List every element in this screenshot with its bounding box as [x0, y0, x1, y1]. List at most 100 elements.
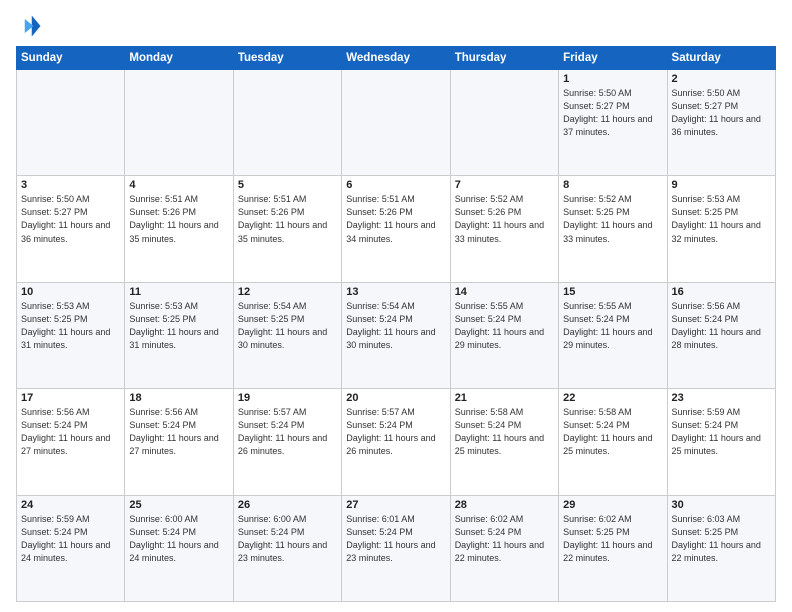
- day-header-friday: Friday: [559, 47, 667, 70]
- day-number: 22: [563, 392, 662, 404]
- day-number: 19: [238, 392, 337, 404]
- day-info: Sunrise: 5:56 AM Sunset: 5:24 PM Dayligh…: [672, 300, 771, 352]
- calendar-cell: [450, 70, 558, 176]
- calendar-cell: 4 Sunrise: 5:51 AM Sunset: 5:26 PM Daylig…: [125, 176, 233, 282]
- day-header-thursday: Thursday: [450, 47, 558, 70]
- day-header-sunday: Sunday: [17, 47, 125, 70]
- day-header-saturday: Saturday: [667, 47, 775, 70]
- calendar-cell: 22 Sunrise: 5:58 AM Sunset: 5:24 PM Dayli…: [559, 389, 667, 495]
- day-number: 4: [129, 179, 228, 191]
- calendar-cell: 5 Sunrise: 5:51 AM Sunset: 5:26 PM Daylig…: [233, 176, 341, 282]
- day-number: 23: [672, 392, 771, 404]
- day-number: 29: [563, 499, 662, 511]
- calendar-cell: 24 Sunrise: 5:59 AM Sunset: 5:24 PM Dayli…: [17, 495, 125, 601]
- day-info: Sunrise: 5:58 AM Sunset: 5:24 PM Dayligh…: [563, 406, 662, 458]
- day-info: Sunrise: 5:50 AM Sunset: 5:27 PM Dayligh…: [672, 87, 771, 139]
- calendar-cell: 28 Sunrise: 6:02 AM Sunset: 5:24 PM Dayli…: [450, 495, 558, 601]
- header: [16, 12, 776, 40]
- day-info: Sunrise: 5:53 AM Sunset: 5:25 PM Dayligh…: [672, 193, 771, 245]
- day-info: Sunrise: 5:54 AM Sunset: 5:24 PM Dayligh…: [346, 300, 445, 352]
- day-number: 7: [455, 179, 554, 191]
- day-info: Sunrise: 5:53 AM Sunset: 5:25 PM Dayligh…: [21, 300, 120, 352]
- day-info: Sunrise: 6:02 AM Sunset: 5:24 PM Dayligh…: [455, 513, 554, 565]
- calendar-cell: 27Sunrise: 6:01 AM Sunset: 5:24 PM Dayli…: [342, 495, 450, 601]
- day-info: Sunrise: 5:58 AM Sunset: 5:24 PM Dayligh…: [455, 406, 554, 458]
- day-info: Sunrise: 5:57 AM Sunset: 5:24 PM Dayligh…: [346, 406, 445, 458]
- week-row-1: 1 Sunrise: 5:50 AM Sunset: 5:27 PM Daylig…: [17, 70, 776, 176]
- calendar-cell: 17 Sunrise: 5:56 AM Sunset: 5:24 PM Dayli…: [17, 389, 125, 495]
- calendar-cell: 16 Sunrise: 5:56 AM Sunset: 5:24 PM Dayli…: [667, 282, 775, 388]
- day-number: 20: [346, 392, 445, 404]
- calendar-cell: 6Sunrise: 5:51 AM Sunset: 5:26 PM Daylig…: [342, 176, 450, 282]
- calendar-cell: 2 Sunrise: 5:50 AM Sunset: 5:27 PM Daylig…: [667, 70, 775, 176]
- calendar-header-row: SundayMondayTuesdayWednesdayThursdayFrid…: [17, 47, 776, 70]
- day-info: Sunrise: 5:54 AM Sunset: 5:25 PM Dayligh…: [238, 300, 337, 352]
- day-number: 21: [455, 392, 554, 404]
- day-number: 9: [672, 179, 771, 191]
- day-info: Sunrise: 6:00 AM Sunset: 5:24 PM Dayligh…: [129, 513, 228, 565]
- day-info: Sunrise: 5:51 AM Sunset: 5:26 PM Dayligh…: [238, 193, 337, 245]
- day-number: 14: [455, 286, 554, 298]
- calendar-cell: 19 Sunrise: 5:57 AM Sunset: 5:24 PM Dayli…: [233, 389, 341, 495]
- day-info: Sunrise: 5:52 AM Sunset: 5:25 PM Dayligh…: [563, 193, 662, 245]
- calendar-cell: 8 Sunrise: 5:52 AM Sunset: 5:25 PM Daylig…: [559, 176, 667, 282]
- day-info: Sunrise: 5:57 AM Sunset: 5:24 PM Dayligh…: [238, 406, 337, 458]
- week-row-3: 10 Sunrise: 5:53 AM Sunset: 5:25 PM Dayli…: [17, 282, 776, 388]
- calendar-cell: 25 Sunrise: 6:00 AM Sunset: 5:24 PM Dayli…: [125, 495, 233, 601]
- calendar-cell: 7Sunrise: 5:52 AM Sunset: 5:26 PM Daylig…: [450, 176, 558, 282]
- day-info: Sunrise: 5:56 AM Sunset: 5:24 PM Dayligh…: [129, 406, 228, 458]
- day-number: 5: [238, 179, 337, 191]
- day-number: 24: [21, 499, 120, 511]
- calendar-cell: 15Sunrise: 5:55 AM Sunset: 5:24 PM Dayli…: [559, 282, 667, 388]
- day-number: 8: [563, 179, 662, 191]
- day-number: 27: [346, 499, 445, 511]
- day-header-tuesday: Tuesday: [233, 47, 341, 70]
- day-number: 13: [346, 286, 445, 298]
- day-number: 12: [238, 286, 337, 298]
- day-number: 1: [563, 73, 662, 85]
- day-number: 25: [129, 499, 228, 511]
- calendar-cell: [233, 70, 341, 176]
- day-header-monday: Monday: [125, 47, 233, 70]
- week-row-5: 24 Sunrise: 5:59 AM Sunset: 5:24 PM Dayli…: [17, 495, 776, 601]
- day-info: Sunrise: 5:50 AM Sunset: 5:27 PM Dayligh…: [21, 193, 120, 245]
- calendar-cell: 13 Sunrise: 5:54 AM Sunset: 5:24 PM Dayli…: [342, 282, 450, 388]
- day-info: Sunrise: 5:53 AM Sunset: 5:25 PM Dayligh…: [129, 300, 228, 352]
- day-info: Sunrise: 6:02 AM Sunset: 5:25 PM Dayligh…: [563, 513, 662, 565]
- calendar-cell: 26 Sunrise: 6:00 AM Sunset: 5:24 PM Dayli…: [233, 495, 341, 601]
- calendar-cell: 21 Sunrise: 5:58 AM Sunset: 5:24 PM Dayli…: [450, 389, 558, 495]
- day-info: Sunrise: 5:51 AM Sunset: 5:26 PM Dayligh…: [129, 193, 228, 245]
- day-number: 26: [238, 499, 337, 511]
- week-row-2: 3Sunrise: 5:50 AM Sunset: 5:27 PM Daylig…: [17, 176, 776, 282]
- day-number: 18: [129, 392, 228, 404]
- day-header-wednesday: Wednesday: [342, 47, 450, 70]
- calendar-cell: 3Sunrise: 5:50 AM Sunset: 5:27 PM Daylig…: [17, 176, 125, 282]
- day-number: 30: [672, 499, 771, 511]
- calendar-cell: 20 Sunrise: 5:57 AM Sunset: 5:24 PM Dayli…: [342, 389, 450, 495]
- day-info: Sunrise: 6:03 AM Sunset: 5:25 PM Dayligh…: [672, 513, 771, 565]
- logo: [16, 12, 48, 40]
- day-number: 15: [563, 286, 662, 298]
- day-info: Sunrise: 5:50 AM Sunset: 5:27 PM Dayligh…: [563, 87, 662, 139]
- day-number: 2: [672, 73, 771, 85]
- day-number: 16: [672, 286, 771, 298]
- day-number: 17: [21, 392, 120, 404]
- week-row-4: 17 Sunrise: 5:56 AM Sunset: 5:24 PM Dayli…: [17, 389, 776, 495]
- calendar-cell: 11 Sunrise: 5:53 AM Sunset: 5:25 PM Dayli…: [125, 282, 233, 388]
- calendar-cell: 12 Sunrise: 5:54 AM Sunset: 5:25 PM Dayli…: [233, 282, 341, 388]
- logo-icon: [16, 12, 44, 40]
- day-number: 28: [455, 499, 554, 511]
- calendar-cell: [342, 70, 450, 176]
- calendar-cell: 1 Sunrise: 5:50 AM Sunset: 5:27 PM Daylig…: [559, 70, 667, 176]
- day-info: Sunrise: 5:55 AM Sunset: 5:24 PM Dayligh…: [455, 300, 554, 352]
- calendar-cell: 18 Sunrise: 5:56 AM Sunset: 5:24 PM Dayli…: [125, 389, 233, 495]
- day-info: Sunrise: 5:56 AM Sunset: 5:24 PM Dayligh…: [21, 406, 120, 458]
- calendar-cell: [17, 70, 125, 176]
- calendar-cell: 14 Sunrise: 5:55 AM Sunset: 5:24 PM Dayli…: [450, 282, 558, 388]
- day-number: 11: [129, 286, 228, 298]
- day-info: Sunrise: 5:59 AM Sunset: 5:24 PM Dayligh…: [21, 513, 120, 565]
- page: SundayMondayTuesdayWednesdayThursdayFrid…: [0, 0, 792, 612]
- day-number: 10: [21, 286, 120, 298]
- calendar-cell: 9 Sunrise: 5:53 AM Sunset: 5:25 PM Daylig…: [667, 176, 775, 282]
- day-info: Sunrise: 6:00 AM Sunset: 5:24 PM Dayligh…: [238, 513, 337, 565]
